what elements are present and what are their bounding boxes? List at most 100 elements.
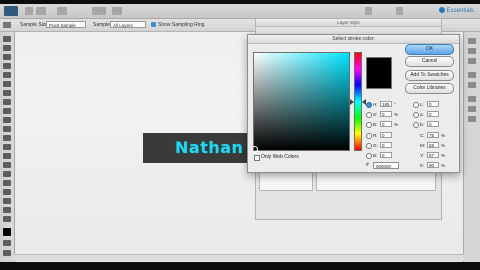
brightness-unit: % xyxy=(394,122,399,127)
lab-b-label: b: xyxy=(420,122,424,127)
yellow-label: Y: xyxy=(420,153,425,158)
bridge-icon[interactable] xyxy=(25,7,33,15)
3d-rotate-tool-icon[interactable] xyxy=(3,198,11,204)
lab-a-label: a: xyxy=(420,112,424,117)
show-sampling-ring-checkbox[interactable] xyxy=(151,22,156,27)
black-field[interactable]: 90 xyxy=(427,162,439,168)
crop-tool-icon[interactable] xyxy=(3,72,11,78)
swatches-panel-icon[interactable] xyxy=(468,48,476,54)
zoom-tool-icon[interactable] xyxy=(3,216,11,222)
gradient-tool-icon[interactable] xyxy=(3,135,11,141)
red-field[interactable]: 0 xyxy=(380,132,392,138)
hue-label: H: xyxy=(373,102,378,107)
hue-slider[interactable] xyxy=(354,52,362,151)
add-to-swatches-button[interactable]: Add To Swatches xyxy=(405,70,454,81)
move-tool-icon[interactable] xyxy=(3,36,11,42)
layer-style-title: Layer Style xyxy=(256,19,441,27)
workspace-switcher[interactable]: Essentials xyxy=(439,6,474,16)
brightness-label: B: xyxy=(373,122,378,127)
eraser-tool-icon[interactable] xyxy=(3,126,11,132)
styles-panel-icon[interactable] xyxy=(468,58,476,64)
mini-bridge-icon[interactable] xyxy=(36,7,46,15)
brightness-radio[interactable] xyxy=(366,122,372,128)
photoshop-window: Essentials Sample Size: Point Sample Sam… xyxy=(0,4,480,262)
cyan-unit: % xyxy=(441,133,446,138)
saturation-radio[interactable] xyxy=(366,112,372,118)
foreground-color-swatch[interactable] xyxy=(3,228,11,236)
quick-select-tool-icon[interactable] xyxy=(3,63,11,69)
banner-text: Nathan xyxy=(175,138,244,157)
red-radio[interactable] xyxy=(366,133,372,139)
lab-l-field[interactable]: 0 xyxy=(427,101,439,107)
hue-radio[interactable] xyxy=(366,102,372,108)
hand-tool-icon[interactable] xyxy=(3,207,11,213)
color-marker[interactable] xyxy=(251,146,258,153)
maximize-button[interactable] xyxy=(396,7,403,15)
brush-tool-icon[interactable] xyxy=(3,99,11,105)
history-brush-tool-icon[interactable] xyxy=(3,117,11,123)
channels-panel-icon[interactable] xyxy=(468,106,476,112)
healing-brush-tool-icon[interactable] xyxy=(3,90,11,96)
dodge-tool-icon[interactable] xyxy=(3,153,11,159)
lab-b-radio[interactable] xyxy=(413,122,419,128)
clone-stamp-tool-icon[interactable] xyxy=(3,108,11,114)
masks-panel-icon[interactable] xyxy=(468,82,476,88)
layers-panel-icon[interactable] xyxy=(468,96,476,102)
quick-mask-icon[interactable] xyxy=(3,240,11,246)
sample-label: Sample: xyxy=(93,22,112,28)
lab-a-radio[interactable] xyxy=(413,112,419,118)
color-picker-title: Select stroke color: xyxy=(248,35,459,44)
horizontal-scrollbar[interactable] xyxy=(14,254,464,261)
blur-tool-icon[interactable] xyxy=(3,144,11,150)
only-web-colors-label: Only Web Colors xyxy=(261,154,299,160)
blue-field[interactable]: 0 xyxy=(380,152,392,158)
arrange-documents-icon[interactable] xyxy=(92,7,106,15)
magenta-field[interactable]: 68 xyxy=(427,142,439,148)
lab-l-label: L: xyxy=(420,102,424,107)
show-sampling-ring-label: Show Sampling Ring xyxy=(158,22,205,28)
ok-button[interactable]: OK xyxy=(405,44,454,55)
green-radio[interactable] xyxy=(366,143,372,149)
color-libraries-button[interactable]: Color Libraries xyxy=(405,83,454,94)
eyedropper-tool-icon[interactable] xyxy=(3,81,11,87)
pen-tool-icon[interactable] xyxy=(3,162,11,168)
lasso-tool-icon[interactable] xyxy=(3,54,11,60)
color-panel-icon[interactable] xyxy=(468,38,476,44)
brightness-field[interactable]: 0 xyxy=(380,121,392,127)
black-unit: % xyxy=(441,163,446,168)
saturation-unit: % xyxy=(394,112,399,117)
minimize-button[interactable] xyxy=(365,7,372,15)
lab-a-field[interactable]: 0 xyxy=(427,111,439,117)
hex-field[interactable]: 000000 xyxy=(373,162,399,169)
lab-l-radio[interactable] xyxy=(413,102,419,108)
adjustments-panel-icon[interactable] xyxy=(468,72,476,78)
paths-panel-icon[interactable] xyxy=(468,116,476,122)
screen-mode-tool-icon[interactable] xyxy=(3,250,11,256)
type-tool-icon[interactable] xyxy=(3,171,11,177)
current-color-swatch[interactable] xyxy=(366,85,392,89)
zoom-level-dropdown[interactable] xyxy=(57,7,67,15)
eyedropper-tool-icon[interactable] xyxy=(3,22,11,28)
hue-field[interactable]: 185 xyxy=(380,101,392,107)
blue-radio[interactable] xyxy=(366,153,372,159)
marquee-tool-icon[interactable] xyxy=(3,45,11,51)
sample-size-select[interactable]: Point Sample xyxy=(46,21,86,28)
magenta-label: M: xyxy=(420,143,425,148)
cancel-button[interactable]: Cancel xyxy=(405,56,454,67)
path-selection-tool-icon[interactable] xyxy=(3,180,11,186)
lab-b-field[interactable]: 0 xyxy=(427,121,439,127)
panel-dock xyxy=(463,32,480,262)
screen-mode-icon[interactable] xyxy=(112,7,122,15)
red-label: R: xyxy=(373,133,378,138)
saturation-brightness-field[interactable] xyxy=(251,52,350,153)
green-field[interactable]: 0 xyxy=(380,142,392,148)
yellow-field[interactable]: 67 xyxy=(427,152,439,158)
sample-select[interactable]: All Layers xyxy=(110,21,146,28)
saturation-field[interactable]: 0 xyxy=(380,111,392,117)
video-letterbox-bottom xyxy=(0,262,480,270)
shape-tool-icon[interactable] xyxy=(3,189,11,195)
cyan-field[interactable]: 75 xyxy=(427,132,439,138)
only-web-colors-checkbox[interactable] xyxy=(254,155,260,161)
new-color-swatch xyxy=(366,57,392,87)
canvas-text-banner: Nathan xyxy=(143,133,255,163)
